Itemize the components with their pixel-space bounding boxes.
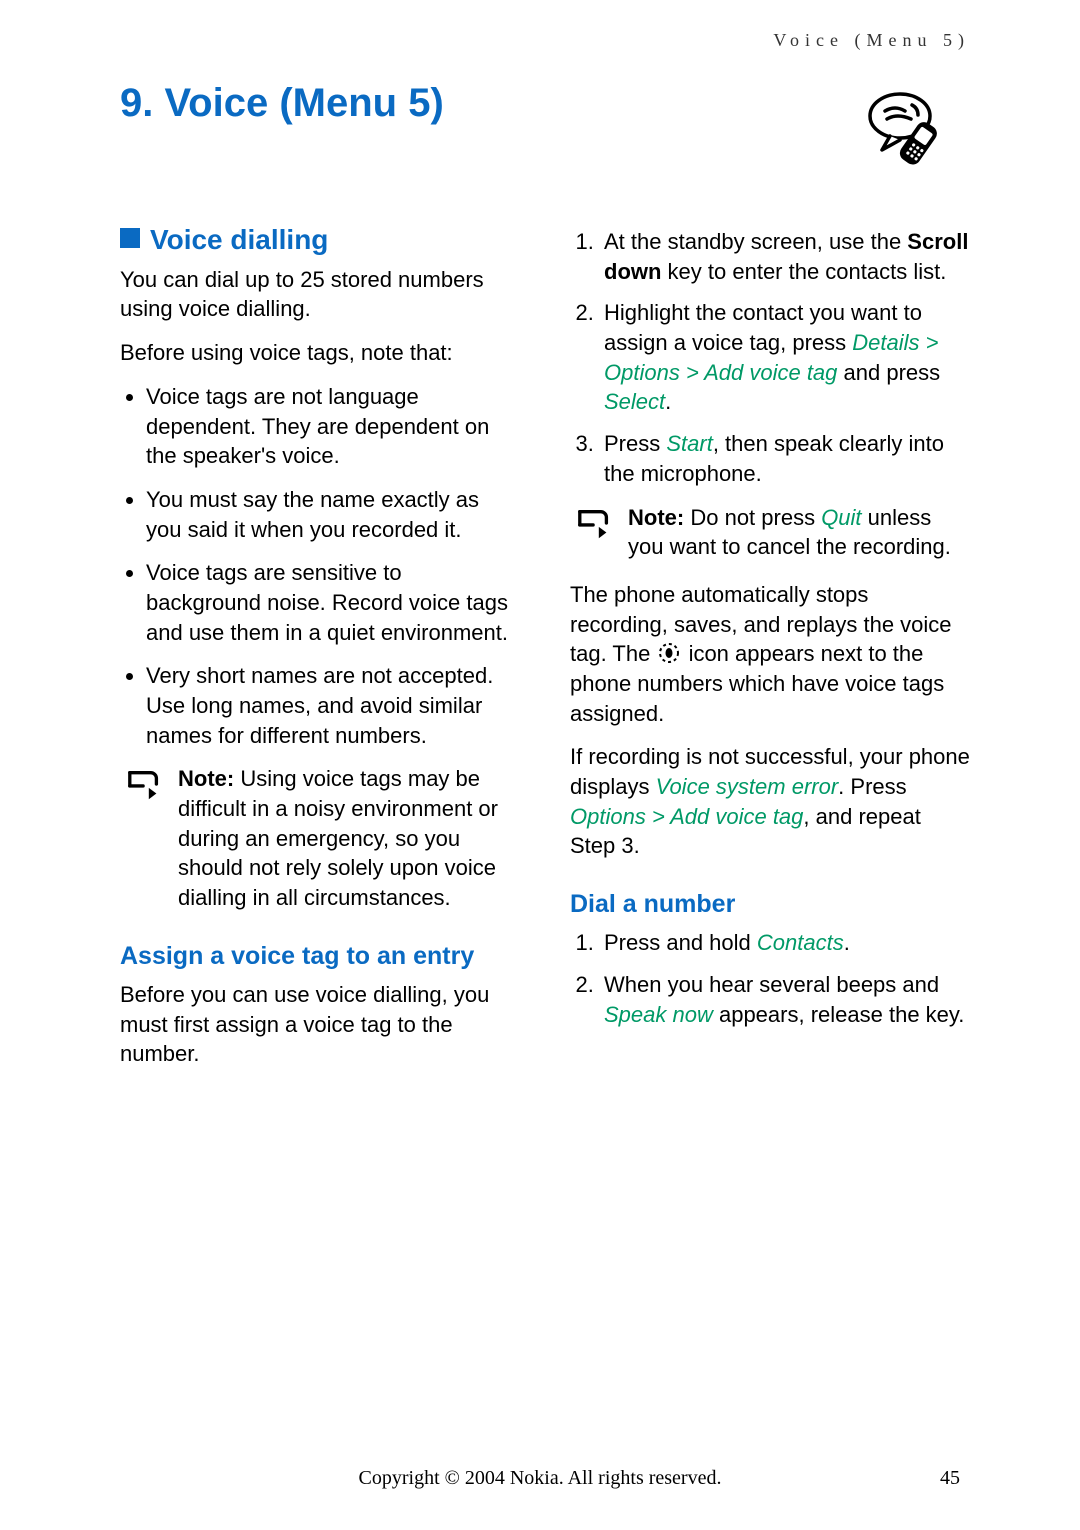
- list-item: Press Start, then speak clearly into the…: [600, 429, 970, 488]
- section-marker-icon: [120, 228, 140, 248]
- note-text: Note: Do not press Quit unless you want …: [628, 503, 970, 562]
- step-text: and press: [837, 360, 940, 385]
- quit-note-a: Do not press: [690, 505, 821, 530]
- key-contacts: Contacts: [757, 930, 844, 955]
- note-box: Note: Do not press Quit unless you want …: [576, 503, 970, 562]
- msg-speak-now: Speak now: [604, 1002, 713, 1027]
- dial-heading: Dial a number: [570, 889, 970, 920]
- heading-text: Voice dialling: [150, 224, 328, 255]
- note-box: Note: Using voice tags may be difficult …: [126, 764, 520, 912]
- text: . Press: [838, 774, 906, 799]
- key-select: Select: [604, 389, 665, 414]
- list-item: When you hear several beeps and Speak no…: [600, 970, 970, 1029]
- text: appears, release the key.: [713, 1002, 965, 1027]
- menu-sep: >: [680, 360, 704, 385]
- voice-phone-icon: [860, 81, 970, 171]
- chapter-title: 9. Voice (Menu 5): [120, 81, 444, 126]
- list-item: Voice tags are sensitive to background n…: [146, 558, 520, 647]
- vd-bullet-list: Voice tags are not language dependent. T…: [120, 382, 520, 751]
- period: .: [665, 389, 671, 414]
- assign-intro: Before you can use voice dialling, you m…: [120, 980, 520, 1069]
- list-item: At the standby screen, use the Scroll do…: [600, 227, 970, 286]
- key-start: Start: [666, 431, 712, 456]
- left-column: Voice dialling You can dial up to 25 sto…: [120, 221, 520, 1083]
- list-item: Voice tags are not language dependent. T…: [146, 382, 520, 471]
- list-item: Press and hold Contacts.: [600, 928, 970, 958]
- note-text: Note: Using voice tags may be difficult …: [178, 764, 520, 912]
- menu-path-addtag: Add voice tag: [670, 804, 803, 829]
- after-recording-para: The phone automatically stops recording,…: [570, 580, 970, 728]
- menu-path-details: Details: [852, 330, 919, 355]
- note-label: Note:: [178, 766, 234, 791]
- vd-intro: You can dial up to 25 stored numbers usi…: [120, 265, 520, 324]
- running-head: Voice (Menu 5): [120, 30, 970, 51]
- text: Press and hold: [604, 930, 757, 955]
- right-column: At the standby screen, use the Scroll do…: [570, 221, 970, 1083]
- text: When you hear several beeps and: [604, 972, 939, 997]
- list-item: Highlight the contact you want to assign…: [600, 298, 970, 417]
- note-arrow-icon: [126, 768, 164, 802]
- vd-before: Before using voice tags, note that:: [120, 338, 520, 368]
- menu-sep: >: [920, 330, 939, 355]
- list-item: Very short names are not accepted. Use l…: [146, 661, 520, 750]
- voice-tag-icon: [656, 642, 682, 664]
- assign-heading: Assign a voice tag to an entry: [120, 941, 520, 972]
- period: .: [844, 930, 850, 955]
- content-columns: Voice dialling You can dial up to 25 sto…: [120, 221, 970, 1083]
- menu-sep: >: [646, 804, 670, 829]
- menu-path-options: Options: [604, 360, 680, 385]
- menu-path-addtag: Add voice tag: [704, 360, 837, 385]
- error-para: If recording is not successful, your pho…: [570, 742, 970, 861]
- note-arrow-icon: [576, 507, 614, 541]
- step-text: key to enter the contacts list.: [661, 259, 946, 284]
- step-text: At the standby screen, use the: [604, 229, 907, 254]
- dial-steps: Press and hold Contacts. When you hear s…: [570, 928, 970, 1029]
- page: Voice (Menu 5) 9. Voice (Menu 5): [0, 0, 1080, 1530]
- menu-path-options: Options: [570, 804, 646, 829]
- chapter-header-row: 9. Voice (Menu 5): [120, 81, 970, 171]
- footer-copyright: Copyright © 2004 Nokia. All rights reser…: [0, 1467, 1080, 1490]
- list-item: You must say the name exactly as you sai…: [146, 485, 520, 544]
- page-number: 45: [940, 1467, 960, 1490]
- key-quit: Quit: [821, 505, 861, 530]
- note-label: Note:: [628, 505, 684, 530]
- voice-dialling-heading: Voice dialling: [120, 221, 520, 259]
- step-text: Press: [604, 431, 666, 456]
- msg-vse: Voice system error: [656, 774, 839, 799]
- assign-steps: At the standby screen, use the Scroll do…: [570, 227, 970, 489]
